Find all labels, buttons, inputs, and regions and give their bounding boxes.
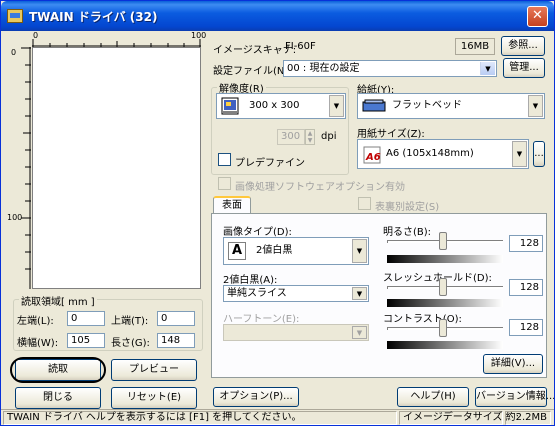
svg-text:A6: A6 bbox=[365, 152, 381, 163]
prefine-label: プレデファイン bbox=[235, 158, 305, 169]
chevron-down-icon: ▼ bbox=[329, 95, 344, 117]
left-edge-label: 左端(L): bbox=[17, 316, 54, 327]
browse-scanner-button[interactable]: 参照... bbox=[501, 36, 545, 56]
options-button[interactable]: オプション(P)... bbox=[213, 387, 299, 407]
resolution-value: 300 x 300 bbox=[249, 100, 300, 111]
chevron-down-icon: ▼ bbox=[352, 326, 367, 339]
detail-button[interactable]: 詳細(V)... bbox=[483, 354, 543, 374]
left-edge-input[interactable]: 0 bbox=[67, 311, 105, 326]
contrast-input[interactable]: 128 bbox=[509, 319, 543, 336]
halftone-label: ハーフトーン(E): bbox=[223, 314, 300, 325]
title-bar[interactable]: TWAIN ドライバ (32) ✕ bbox=[1, 1, 554, 31]
vertical-ruler bbox=[21, 47, 31, 289]
chevron-down-icon: ▼ bbox=[528, 95, 543, 117]
contrast-label: コントラスト(O): bbox=[383, 314, 462, 325]
width-label: 横幅(W): bbox=[17, 338, 59, 349]
data-size-value: 2.2MB bbox=[505, 411, 551, 425]
memory-indicator: 16MB bbox=[455, 38, 495, 55]
brightness-slider-thumb[interactable] bbox=[439, 232, 447, 250]
dpi-label: dpi bbox=[321, 131, 337, 142]
binary-label: 2値白黒(A): bbox=[223, 275, 278, 286]
separate-settings-label: 表裏別設定(S) bbox=[375, 202, 440, 213]
contrast-slider-thumb[interactable] bbox=[439, 319, 447, 337]
chevron-down-icon: ▼ bbox=[512, 141, 527, 167]
data-size-label: イメージデータサイズ 約: bbox=[399, 411, 519, 425]
top-edge-label: 上端(T): bbox=[111, 316, 149, 327]
status-bar: TWAIN ドライバ ヘルプを表示するには [F1] を押してください。 イメー… bbox=[1, 409, 554, 425]
scan-preview-area[interactable] bbox=[32, 47, 201, 289]
brightness-gradient bbox=[387, 255, 503, 263]
tab-front[interactable]: 表面 bbox=[213, 196, 251, 214]
chevron-down-icon: ▼ bbox=[480, 62, 495, 75]
window-title: TWAIN ドライバ (32) bbox=[29, 10, 158, 24]
threshold-input[interactable]: 128 bbox=[509, 279, 543, 296]
preview-button[interactable]: プレビュー bbox=[111, 359, 197, 381]
top-edge-input[interactable]: 0 bbox=[157, 311, 195, 326]
custom-resolution-input[interactable]: 300 bbox=[277, 129, 305, 145]
twain-window: TWAIN ドライバ (32) ✕ 0 100 0 100 読取領域[ mm ]… bbox=[0, 0, 555, 426]
scanner-model: FI-60F bbox=[285, 41, 316, 52]
flatbed-icon bbox=[362, 99, 386, 123]
status-message: TWAIN ドライバ ヘルプを表示するには [F1] を押してください。 bbox=[3, 411, 397, 425]
image-type-select[interactable]: A 2値白黒 ▼ bbox=[223, 237, 369, 265]
resolution-select[interactable]: 300 x 300 ▼ bbox=[216, 93, 346, 119]
paper-feed-value: フラットベッド bbox=[392, 100, 462, 111]
settings-file-label: 設定ファイル(N): bbox=[213, 66, 292, 77]
chevron-down-icon: ▼ bbox=[352, 287, 367, 300]
separate-settings-checkbox[interactable] bbox=[358, 197, 371, 210]
scanner-app-icon bbox=[7, 9, 23, 23]
image-processing-label: 画像処理ソフトウェアオプション有効 bbox=[235, 182, 405, 193]
binary-value: 単純スライス bbox=[227, 288, 287, 299]
scan-button-highlight-circle bbox=[10, 357, 106, 383]
resolution-spinner[interactable]: ▲ ▼ bbox=[305, 129, 315, 145]
scanner-label: イメージスキャナ: bbox=[213, 45, 297, 56]
paper-size-icon: A6 bbox=[362, 146, 382, 176]
threshold-gradient bbox=[387, 299, 503, 307]
prefine-checkbox[interactable] bbox=[218, 153, 231, 166]
length-label: 長さ(G): bbox=[111, 338, 150, 349]
resolution-icon bbox=[221, 97, 239, 115]
close-button[interactable]: 閉じる bbox=[15, 387, 101, 409]
settings-file-select[interactable]: 00 : 現在の設定 ▼ bbox=[283, 60, 497, 77]
text-document-icon: A bbox=[228, 242, 246, 260]
manage-button[interactable]: 管理... bbox=[503, 58, 545, 78]
paper-size-value: A6 (105x148mm) bbox=[386, 148, 474, 159]
ruler-left-start: 0 bbox=[11, 48, 17, 57]
read-area-group-label: 読取領域[ mm ] bbox=[19, 293, 97, 308]
settings-file-value: 00 : 現在の設定 bbox=[287, 63, 360, 74]
image-processing-checkbox[interactable] bbox=[218, 177, 231, 190]
binary-select[interactable]: 単純スライス ▼ bbox=[223, 285, 369, 302]
threshold-label: スレッシュホールド(D): bbox=[383, 273, 492, 284]
close-window-button[interactable]: ✕ bbox=[527, 6, 548, 27]
contrast-gradient bbox=[387, 341, 503, 349]
paper-size-label: 用紙サイズ(Z): bbox=[357, 129, 425, 140]
reset-button[interactable]: リセット(E) bbox=[111, 387, 197, 409]
paper-size-select[interactable]: A6 A6 (105x148mm) ▼ bbox=[357, 139, 529, 169]
length-input[interactable]: 148 bbox=[157, 333, 195, 348]
help-button[interactable]: ヘルプ(H) bbox=[397, 387, 469, 407]
paper-size-more-button[interactable]: ... bbox=[533, 141, 545, 167]
brightness-label: 明るさ(B): bbox=[383, 227, 432, 238]
halftone-select[interactable]: ▼ bbox=[223, 324, 369, 341]
image-type-value: 2値白黒 bbox=[256, 245, 293, 256]
version-button[interactable]: バージョン情報... bbox=[475, 387, 554, 407]
ruler-left-mid: 100 bbox=[7, 213, 23, 222]
chevron-down-icon: ▼ bbox=[352, 239, 367, 263]
brightness-input[interactable]: 128 bbox=[509, 235, 543, 252]
paper-feed-select[interactable]: フラットベッド ▼ bbox=[357, 93, 545, 119]
horizontal-ruler bbox=[32, 39, 201, 47]
threshold-slider-thumb[interactable] bbox=[439, 278, 447, 296]
image-type-label: 画像タイプ(D): bbox=[223, 227, 292, 238]
width-input[interactable]: 105 bbox=[67, 333, 105, 348]
